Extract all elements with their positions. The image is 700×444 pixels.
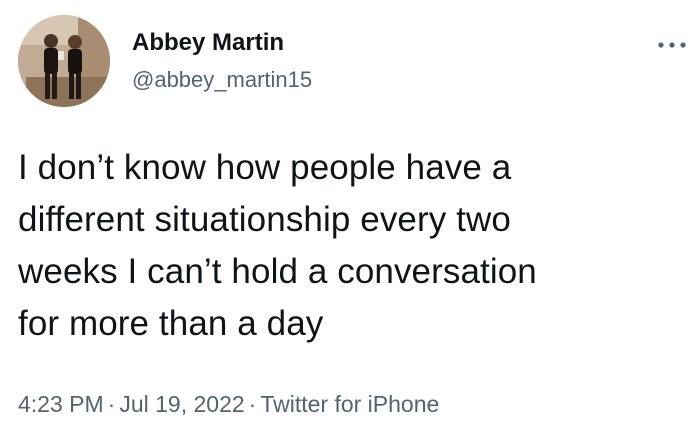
tweet-text-line: weeks I can’t hold a conversation [18, 252, 537, 291]
tweet-time-link[interactable]: 4:23 PM [18, 391, 104, 417]
tweet-text-line: different situationship every two [18, 200, 511, 239]
tweet-text: I don’t know how people have a different… [18, 142, 688, 350]
more-options-button[interactable] [652, 30, 692, 60]
tweet-card: Abbey Martin @abbey_martin15 I don’t kno… [0, 0, 700, 444]
separator-dot: · [107, 391, 116, 417]
tweet-text-line: for more than a day [18, 304, 324, 343]
tweet-metadata: 4:23 PM · Jul 19, 2022 · Twitter for iPhone [18, 389, 439, 419]
tweet-text-line: I don’t know how people have a [18, 148, 512, 187]
tweet-date-link[interactable]: Jul 19, 2022 [119, 391, 244, 417]
user-handle[interactable]: @abbey_martin15 [132, 66, 312, 94]
separator-dot: · [248, 391, 257, 417]
display-name[interactable]: Abbey Martin [132, 28, 284, 58]
tweet-source-link[interactable]: Twitter for iPhone [260, 391, 439, 417]
profile-photo-icon [18, 15, 110, 107]
avatar[interactable] [18, 15, 110, 107]
more-horizontal-icon [658, 42, 686, 48]
